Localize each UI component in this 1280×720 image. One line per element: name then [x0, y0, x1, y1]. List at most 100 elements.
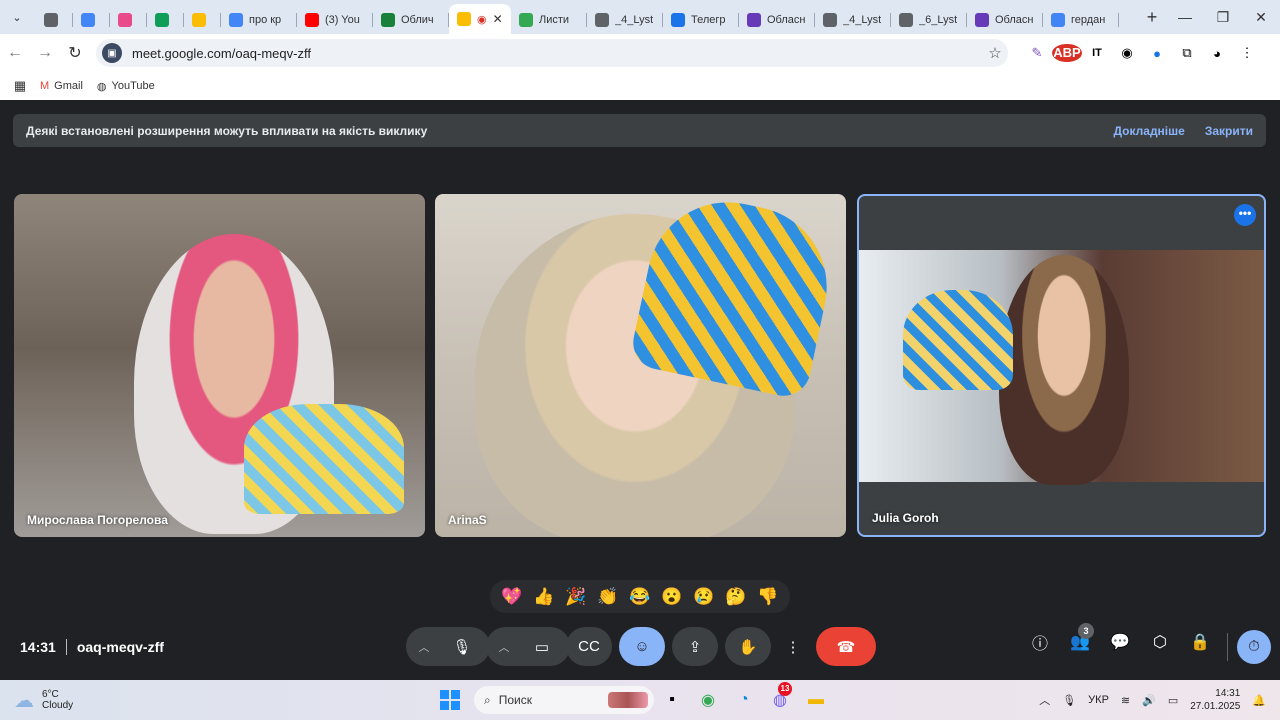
mic-options-chevron-icon[interactable]: ︿ [406, 639, 442, 655]
weather-widget[interactable]: ☁ 6°C Cloudy [14, 688, 73, 713]
bookmark-star-icon[interactable]: ☆ [982, 44, 1008, 62]
forward-arrow-icon[interactable]: → [30, 44, 60, 62]
tab-title: Телегр [691, 14, 726, 26]
edge-taskbar-icon[interactable]: ◔ [726, 691, 762, 709]
bookmark-gmail[interactable]: M Gmail [40, 80, 83, 92]
adblock-extension-icon[interactable]: ABP [1052, 44, 1082, 62]
taskbar-clock[interactable]: 14:31 27.01.2025 [1190, 687, 1240, 713]
notifications-bell-icon[interactable]: 🔔 [1252, 694, 1266, 707]
reaction-emoji[interactable]: 🎉 [565, 587, 586, 607]
profile-avatar-icon[interactable]: ◕ [1202, 46, 1232, 61]
browser-tab[interactable] [147, 6, 184, 34]
chrome-taskbar-icon[interactable]: ◉ [690, 690, 726, 710]
browser-tab[interactable]: про кр [221, 6, 297, 34]
browser-tab[interactable]: Телегр [663, 6, 739, 34]
puzzle-extensions-icon[interactable]: ⧉ [1172, 45, 1202, 61]
clock-date: 27.01.2025 [1190, 701, 1241, 712]
tab-favicon-icon [118, 13, 132, 27]
language-indicator[interactable]: УКР [1088, 694, 1109, 706]
browser-tab[interactable]: Обласн [967, 6, 1043, 34]
taskbar-search[interactable]: ⌕ Поиск [474, 686, 654, 714]
camera-icon[interactable]: ▭ [522, 638, 562, 656]
close-banner-button[interactable]: Закрити [1205, 124, 1253, 138]
chat-icon[interactable]: 💬 [1100, 632, 1140, 652]
task-view-icon[interactable]: ▪ [654, 691, 690, 709]
browser-tab[interactable]: ◉ ✕ [449, 4, 511, 34]
camera-options-chevron-icon[interactable]: ︿ [486, 639, 522, 655]
reaction-emoji[interactable]: 😢 [693, 587, 714, 607]
divider [65, 639, 67, 655]
battery-icon[interactable]: ▭ [1168, 694, 1178, 707]
reload-icon[interactable]: ↻ [60, 43, 90, 63]
apps-grid-icon[interactable]: ▦ [0, 78, 40, 94]
timer-icon[interactable]: ⏱ [1237, 630, 1271, 664]
reaction-emoji[interactable]: 😂 [629, 587, 650, 607]
new-tab-button[interactable]: + [1138, 7, 1166, 28]
browser-tab[interactable]: гердан [1043, 6, 1119, 34]
youtube-icon: ◍ [96, 80, 107, 93]
participant-tile-pinned[interactable]: ••• Julia Goroh [857, 194, 1266, 537]
windows-start-icon[interactable] [440, 690, 460, 710]
minimize-icon[interactable]: — [1166, 9, 1204, 26]
tab-title: _4_Lyst [843, 14, 882, 26]
windows-taskbar: ☁ 6°C Cloudy ⌕ Поиск ▪ ◉ ◔ ◍ 13 ▬ ︿ 🎙 УКР… [0, 680, 1280, 720]
browser-tab[interactable]: (3) You [297, 6, 373, 34]
tab-title: про кр [249, 14, 282, 26]
emoji-reactions-icon[interactable]: ☺ [619, 627, 665, 666]
meeting-details-icon[interactable]: ⓘ [1020, 630, 1060, 654]
tab-favicon-icon [192, 13, 206, 27]
learn-more-link[interactable]: Докладніше [1113, 124, 1184, 138]
omnibox[interactable]: ▣ meet.google.com/oaq-meqv-zff ☆ [96, 39, 1008, 67]
present-screen-icon[interactable]: ⇪ [672, 627, 718, 666]
chrome-menu-icon[interactable]: ⋮ [1232, 45, 1262, 61]
language-extension-icon[interactable]: ◉ [1112, 45, 1142, 61]
more-options-vertical-icon[interactable]: ⋮ [778, 627, 808, 666]
activities-icon[interactable]: ⬡ [1140, 632, 1180, 652]
people-icon[interactable]: 👥 3 [1060, 623, 1100, 652]
browser-tab[interactable]: _4_Lyst [587, 6, 663, 34]
participant-tile[interactable]: Мирослава Погорелова [14, 194, 425, 537]
tray-chevron-icon[interactable]: ︿ [1039, 692, 1050, 708]
microphone-icon[interactable]: 🎙 [442, 638, 482, 656]
translate-extension-icon[interactable]: IT [1082, 47, 1112, 59]
tab-favicon-icon [81, 13, 95, 27]
captions-icon[interactable]: CC [566, 627, 612, 666]
reaction-emoji[interactable]: 😮 [661, 587, 682, 607]
close-tab-icon[interactable]: ✕ [493, 12, 503, 26]
browser-tab[interactable]: Облич [373, 6, 449, 34]
back-arrow-icon[interactable]: ← [0, 44, 30, 62]
viber-taskbar-icon[interactable]: ◍ 13 [762, 682, 798, 710]
url-text[interactable]: meet.google.com/oaq-meqv-zff [132, 46, 982, 61]
browser-tab[interactable] [184, 6, 221, 34]
browser-tab[interactable]: Листи [511, 6, 587, 34]
reaction-emoji[interactable]: 🤔 [725, 587, 746, 607]
restore-icon[interactable]: ❐ [1204, 9, 1242, 26]
tab-favicon-icon [44, 13, 58, 27]
browser-tab[interactable] [73, 6, 110, 34]
end-call-icon[interactable]: ☎ [816, 627, 876, 666]
reaction-emoji[interactable]: 💖 [501, 587, 522, 607]
reaction-emoji[interactable]: 👍 [533, 587, 554, 607]
browser-tab[interactable]: Обласн [739, 6, 815, 34]
close-window-icon[interactable]: ✕ [1242, 9, 1280, 26]
participant-tile[interactable]: ArinaS [435, 194, 846, 537]
mic-tray-icon[interactable]: 🎙 [1062, 694, 1076, 707]
browser-tab[interactable]: _4_Lyst [815, 6, 891, 34]
bookmark-youtube[interactable]: ◍ YouTube [97, 80, 155, 93]
volume-icon[interactable]: 🔊 [1142, 694, 1156, 707]
raise-hand-icon[interactable]: ✋ [725, 627, 771, 666]
reaction-emoji[interactable]: 👏 [597, 587, 618, 607]
browser-tab[interactable] [36, 6, 73, 34]
blue-dot-extension-icon[interactable]: ● [1142, 46, 1172, 61]
tab-search-chevron-icon[interactable]: ⌄ [4, 4, 30, 30]
site-info-icon[interactable]: ▣ [102, 43, 122, 63]
pen-extension-icon[interactable]: ✎ [1022, 45, 1052, 61]
reaction-emoji[interactable]: 👎 [757, 587, 778, 607]
more-options-icon[interactable]: ••• [1234, 204, 1256, 226]
wifi-icon[interactable]: ≋ [1121, 694, 1130, 707]
tab-favicon-icon [671, 13, 685, 27]
file-explorer-icon[interactable]: ▬ [798, 691, 834, 709]
browser-tab[interactable] [110, 6, 147, 34]
host-controls-lock-icon[interactable]: 🔒 [1180, 632, 1220, 652]
browser-tab[interactable]: _6_Lyst [891, 6, 967, 34]
